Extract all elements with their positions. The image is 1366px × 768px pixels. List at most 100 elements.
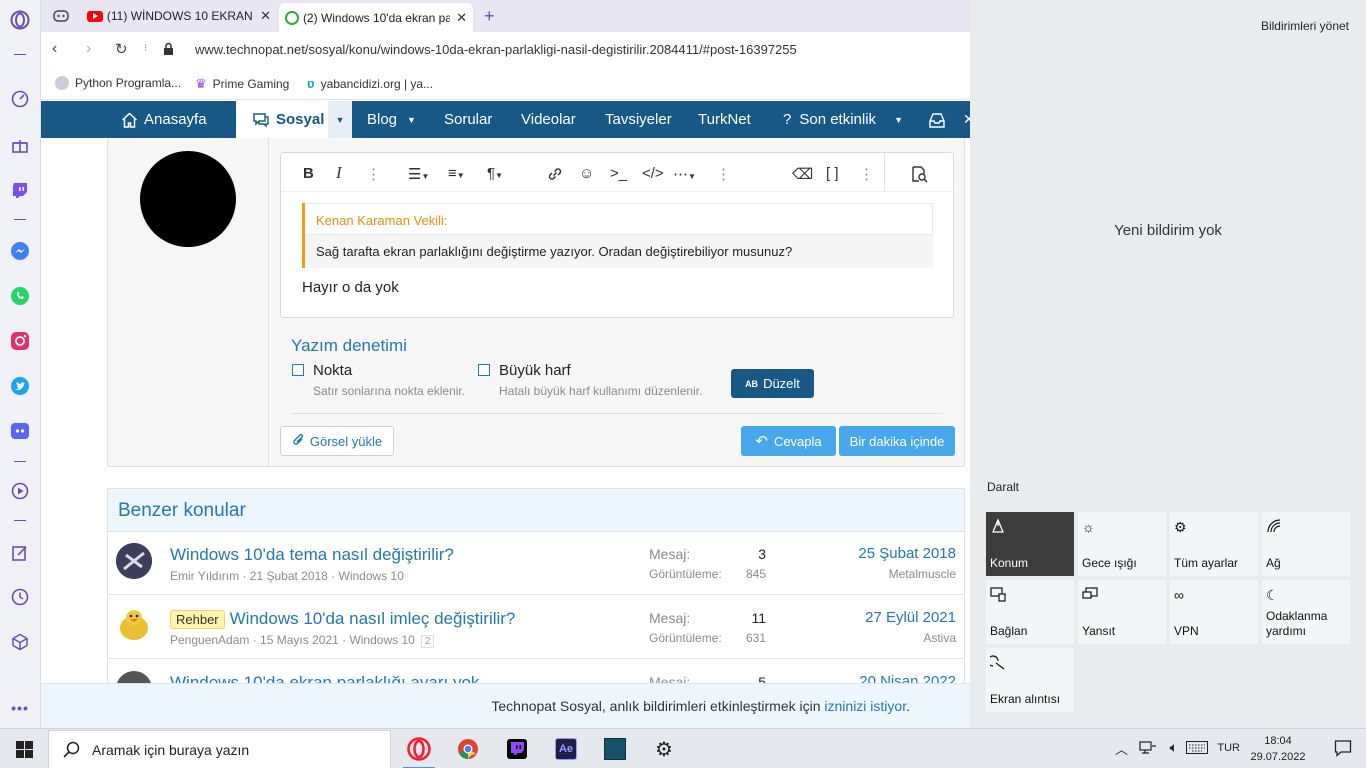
- reply-button[interactable]: ↶ Cevapla: [741, 426, 836, 456]
- twitch-sidebar-icon[interactable]: [9, 179, 31, 201]
- bookmark-yabancidizi[interactable]: ʋ yabancidizi.org | ya...: [307, 76, 433, 91]
- capital-checkbox[interactable]: [478, 364, 490, 376]
- pinboard-icon[interactable]: [9, 542, 31, 564]
- chevron-up-icon[interactable]: ︿: [1115, 739, 1128, 758]
- rehber-badge[interactable]: Rehber: [170, 609, 225, 629]
- thread-title-text[interactable]: Windows 10'da tema nasıl değiştirilir?: [170, 545, 454, 565]
- eraser-icon[interactable]: ⌫: [792, 165, 813, 183]
- thread-title-text[interactable]: Windows 10'da nasıl imleç değiştirilir?: [230, 609, 516, 629]
- tile-focus-assist[interactable]: ☾ Odaklanma yardımı: [1262, 580, 1350, 644]
- instagram-icon[interactable]: [9, 330, 31, 352]
- thread-title[interactable]: Windows 10'da ekran parlaklığı ayarı yok: [170, 673, 479, 683]
- files-icon[interactable]: [591, 729, 639, 768]
- taskbar-search[interactable]: Aramak için buraya yazın: [48, 730, 391, 768]
- nav-sosyal[interactable]: Sosyal ▼: [236, 101, 352, 138]
- opera-taskbar-icon[interactable]: [395, 729, 443, 768]
- post-later-button[interactable]: Bir dakika içinde: [839, 426, 955, 456]
- code-icon[interactable]: </>: [642, 165, 664, 182]
- twitter-icon[interactable]: [9, 375, 31, 397]
- back-icon[interactable]: ‹: [52, 40, 57, 58]
- forward-icon[interactable]: ›: [86, 40, 91, 58]
- tile-connect[interactable]: Bağlan: [986, 580, 1074, 644]
- thread-title[interactable]: Rehber Windows 10'da nasıl imleç değişti…: [170, 609, 515, 629]
- close-tab-icon[interactable]: ✕: [456, 10, 467, 26]
- bookmark-prime-gaming[interactable]: ♛ Prime Gaming: [195, 76, 289, 92]
- thread-title-text[interactable]: Windows 10'da ekran parlaklığı ayarı yok: [170, 673, 479, 683]
- reply-text[interactable]: Hayır o da yok: [302, 279, 399, 296]
- chevron-down-icon[interactable]: ▼: [894, 115, 903, 125]
- bold-icon[interactable]: B: [303, 165, 314, 182]
- tile-screen-snip[interactable]: Ekran alıntısı: [986, 648, 1074, 712]
- link-icon[interactable]: [546, 165, 564, 187]
- reply-editor[interactable]: B I ⋮ ☰▼ ≡▼ ¶▼ ☺ >_ </> ⋯▼ ⋮ ⌫ [ ] ⋮ Ken…: [280, 152, 954, 318]
- keyboard-icon[interactable]: [1186, 741, 1208, 757]
- network-tray-icon[interactable]: [1139, 739, 1157, 758]
- list-icon[interactable]: ☰▼: [408, 165, 429, 183]
- avatar[interactable]: [116, 543, 152, 579]
- bbcode-icon[interactable]: [ ]: [826, 165, 839, 182]
- speed-dial-icon[interactable]: [9, 88, 31, 110]
- nav-anasayfa[interactable]: Anasayfa: [121, 101, 207, 138]
- permission-link[interactable]: izninizi istiyor: [824, 698, 906, 714]
- opera-logo-icon[interactable]: [9, 9, 31, 31]
- nav-videolar[interactable]: Videolar: [521, 101, 576, 138]
- capital-label[interactable]: Büyük harf: [499, 362, 571, 379]
- last-post-date[interactable]: 20 Nisan 2022: [859, 673, 956, 683]
- tile-project[interactable]: Yansıt: [1078, 580, 1166, 644]
- insert-more-icon[interactable]: ⋯▼: [673, 165, 696, 183]
- url-field[interactable]: www.technopat.net/sosyal/konu/windows-10…: [195, 42, 797, 57]
- emoji-icon[interactable]: ☺: [579, 165, 594, 182]
- tile-night-light[interactable]: ☼ Gece ışığı: [1078, 512, 1166, 576]
- upload-image-button[interactable]: Görsel yükle: [280, 426, 394, 456]
- new-tab-button[interactable]: +: [478, 4, 501, 28]
- avatar[interactable]: [116, 607, 152, 643]
- last-post-date[interactable]: 25 Şubat 2018: [858, 545, 956, 562]
- more-options-icon[interactable]: ⋮: [859, 165, 874, 183]
- nav-son-etkinlik[interactable]: ? Son etkinlik ▼: [783, 101, 903, 138]
- manage-notifications-link[interactable]: Bildirimleri yönet: [1261, 19, 1349, 33]
- gift-icon[interactable]: [9, 134, 31, 156]
- last-post-date[interactable]: 27 Eylül 2021: [865, 609, 956, 626]
- tile-vpn[interactable]: ∞ VPN: [1170, 580, 1258, 644]
- thread-title[interactable]: Windows 10'da tema nasıl değiştirilir?: [170, 545, 454, 565]
- volume-icon[interactable]: 🔈︎: [1170, 739, 1178, 756]
- workspace-icon[interactable]: [49, 4, 75, 28]
- twitch-taskbar-icon[interactable]: [493, 729, 541, 768]
- settings-taskbar-icon[interactable]: ⚙: [640, 729, 688, 768]
- player-icon[interactable]: [9, 480, 31, 502]
- tab-youtube[interactable]: (11) WİNDOWS 10 EKRAN PA ✕: [81, 4, 277, 28]
- tab-technopat[interactable]: (2) Windows 10'da ekran pa ✕: [279, 3, 473, 32]
- after-effects-icon[interactable]: Ae: [542, 729, 590, 768]
- last-post-user[interactable]: Metalmuscle: [889, 567, 956, 581]
- chevron-down-icon[interactable]: ▼: [407, 115, 416, 125]
- inbox-icon[interactable]: [928, 101, 946, 138]
- tile-location[interactable]: Konum: [986, 512, 1074, 576]
- fix-button[interactable]: AB Düzelt: [731, 369, 814, 398]
- more-options-icon[interactable]: •••: [9, 697, 31, 719]
- tile-all-settings[interactable]: ⚙ Tüm ayarlar: [1170, 512, 1258, 576]
- tile-network[interactable]: Ağ: [1262, 512, 1350, 576]
- nav-tavsiyeler[interactable]: Tavsiyeler: [605, 101, 672, 138]
- page-link[interactable]: 2: [420, 635, 435, 648]
- start-button[interactable]: [0, 729, 48, 768]
- align-icon[interactable]: ≡▼: [448, 165, 465, 182]
- more-text-options-icon[interactable]: ⋮: [366, 165, 381, 183]
- period-label[interactable]: Nokta: [313, 362, 352, 379]
- extensions-icon[interactable]: [9, 631, 31, 653]
- notification-center-icon[interactable]: [1334, 739, 1352, 760]
- nav-blog[interactable]: Blog ▼: [367, 101, 416, 138]
- history-icon[interactable]: [9, 586, 31, 608]
- italic-icon[interactable]: I: [336, 163, 342, 183]
- period-checkbox[interactable]: [292, 364, 304, 376]
- paragraph-icon[interactable]: ¶▼: [487, 165, 503, 182]
- nav-sorular[interactable]: Sorular: [444, 101, 492, 138]
- chrome-icon[interactable]: [444, 729, 492, 768]
- bookmark-python[interactable]: Python Programla...: [55, 76, 181, 90]
- nav-turknet[interactable]: TurkNet: [698, 101, 751, 138]
- code-inline-icon[interactable]: >_: [610, 165, 627, 182]
- avatar[interactable]: [116, 671, 152, 683]
- more-options-icon[interactable]: ⋮: [716, 165, 731, 183]
- messenger-icon[interactable]: [9, 240, 31, 262]
- avatar[interactable]: [140, 151, 236, 247]
- language-indicator[interactable]: TUR: [1217, 742, 1240, 754]
